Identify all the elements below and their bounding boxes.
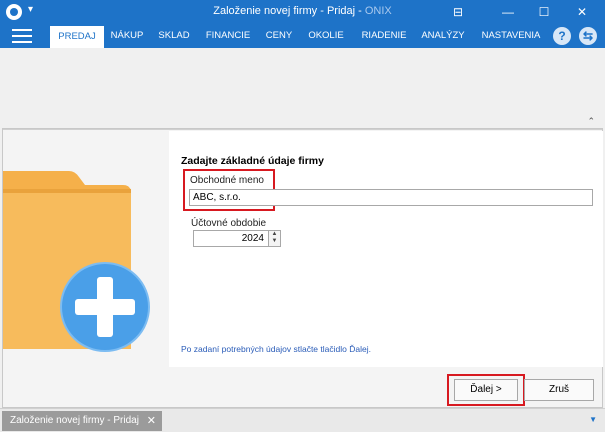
stepper-down-icon[interactable]: ▼ [269, 238, 280, 245]
title-bar: ▾ Založenie novej firmy - Pridaj - ONIX … [0, 0, 605, 24]
folder-plus-icon [3, 171, 150, 352]
wizard-hint: Po zadaní potrebných údajov stlačte tlač… [181, 344, 371, 354]
company-name-input[interactable]: ABC, s.r.o. [189, 189, 593, 206]
menu-item-financie[interactable]: FINANCIE [200, 24, 256, 48]
menu-item-ceny[interactable]: CENY [262, 24, 296, 48]
new-folder-illustration [3, 149, 169, 367]
menu-item-okolie[interactable]: OKOLIE [304, 24, 348, 48]
document-tab[interactable]: Založenie novej firmy - Pridaj ✕ [2, 411, 162, 431]
window-title-separator: - [355, 5, 365, 17]
menu-item-analyzy[interactable]: ANALÝZY [418, 24, 468, 48]
window-brand: ONIX [364, 5, 392, 17]
fiscal-period-label: Účtovné obdobie [191, 218, 267, 229]
status-bar: Založenie novej firmy - Pridaj ✕ ▼ [0, 408, 605, 432]
minimize-button[interactable]: — [496, 2, 520, 22]
main-menu-bar: PREDAJ NÁKUP SKLAD FINANCIE CENY OKOLIE … [0, 24, 605, 48]
restore-panel-button[interactable]: ⊟ [446, 2, 470, 22]
stepper-up-icon[interactable]: ▲ [269, 231, 280, 238]
company-name-label: Obchodné meno [190, 175, 264, 186]
wizard-content: Zadajte základné údaje firmy Obchodné me… [169, 131, 603, 367]
menu-item-riadenie[interactable]: RIADENIE [356, 24, 412, 48]
document-tab-label: Založenie novej firmy - Pridaj [10, 415, 139, 426]
new-company-wizard: Zadajte základné údaje firmy Obchodné me… [2, 128, 603, 408]
tab-list-arrow-icon[interactable]: ▼ [589, 415, 597, 424]
next-button[interactable]: Ďalej > [454, 379, 518, 401]
maximize-button[interactable]: ☐ [532, 2, 556, 22]
collapse-ribbon-icon[interactable]: ⌃ [587, 116, 595, 127]
fiscal-period-stepper[interactable]: ▲ ▼ [269, 230, 281, 247]
cancel-button[interactable]: Zruš [524, 379, 594, 401]
menu-item-nastavenia[interactable]: NASTAVENIA [476, 24, 546, 48]
fiscal-period-input[interactable]: 2024 [193, 230, 269, 247]
wizard-heading: Zadajte základné údaje firmy [181, 155, 324, 167]
hamburger-menu-icon[interactable] [12, 29, 32, 43]
sync-icon[interactable]: ⇆ [579, 27, 597, 45]
window-title-text: Založenie novej firmy - Pridaj [213, 5, 356, 17]
help-icon[interactable]: ? [553, 27, 571, 45]
close-tab-icon[interactable]: ✕ [147, 411, 156, 431]
menu-item-nakup[interactable]: NÁKUP [106, 24, 148, 48]
close-button[interactable]: ✕ [570, 2, 594, 22]
menu-item-sklad[interactable]: SKLAD [154, 24, 194, 48]
menu-item-predaj[interactable]: PREDAJ [50, 26, 104, 48]
ribbon-area [0, 48, 605, 128]
